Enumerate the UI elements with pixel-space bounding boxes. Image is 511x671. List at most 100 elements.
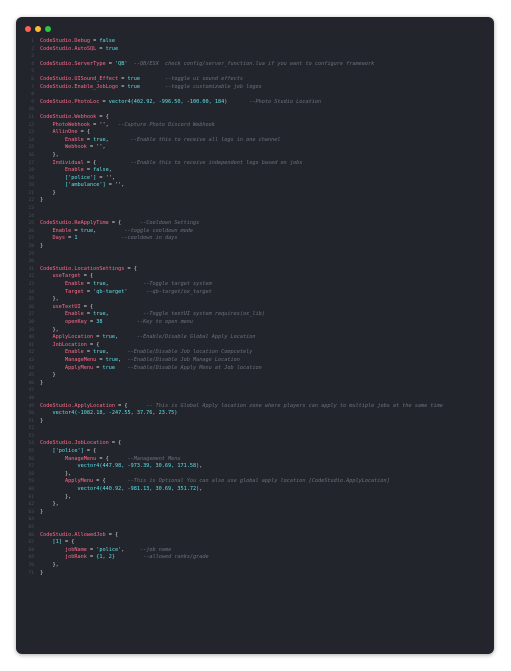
- line-text: openKey = 38 --Key to open menu: [40, 319, 193, 327]
- code-token: true: [93, 281, 106, 287]
- code-token: CodeStudio.ApplyLocation: [40, 402, 115, 409]
- code-token: --Cooldown Settings: [121, 220, 200, 227]
- code-token: },: [40, 561, 59, 568]
- code-line: 7 CodeStudio.Enable_JobLogo = true --togg…: [16, 84, 494, 92]
- code-line: 59 ApplyMenu = { --This is Optional You …: [16, 478, 494, 486]
- code-token: vector4(447.98, -973.39, 30.69, 171.58): [40, 463, 200, 470]
- code-token: CodeStudio.ReApplyTime: [40, 220, 109, 227]
- line-number: 60: [28, 487, 34, 493]
- code-token: true: [127, 75, 140, 82]
- line-text: ['police'] = '',: [40, 175, 115, 183]
- code-line: 26 Enable = true, --toggle cooldown mode: [16, 228, 494, 236]
- minimize-window-icon[interactable]: [35, 26, 41, 32]
- code-editor[interactable]: 1 CodeStudio.Debug = false 2 CodeStudio.Aut…: [16, 38, 494, 654]
- code-line: 16 },: [16, 152, 494, 160]
- line-text: },: [40, 296, 58, 304]
- code-token: Enable: [40, 227, 72, 234]
- code-line: 10: [16, 106, 494, 114]
- line-number: 23: [28, 206, 34, 212]
- code-line: 54 CodeStudio.JobLocation = {: [16, 440, 494, 448]
- line-number: 40: [28, 335, 34, 341]
- code-token: CodeStudio.ServerType: [40, 60, 106, 67]
- code-token: }: [40, 569, 44, 576]
- code-line: 19 ['police'] = '',: [16, 175, 494, 183]
- code-token: }: [40, 379, 44, 386]
- code-token: },: [40, 326, 59, 333]
- line-number: 4: [31, 61, 34, 67]
- code-line: 6 CodeStudio.UISound_Effect = true --togg…: [16, 76, 494, 84]
- line-number: 41: [28, 342, 34, 348]
- code-token: },: [40, 493, 72, 500]
- window-titlebar: [16, 17, 494, 37]
- line-text: }: [40, 372, 55, 380]
- code-line: 67 [1] = {: [16, 539, 494, 547]
- code-line: 11 CodeStudio.Webhook = {: [16, 114, 494, 122]
- line-text: useTarget = {: [40, 273, 93, 281]
- code-line: 55 ['police'] = {: [16, 448, 494, 456]
- code-token: true: [127, 83, 140, 90]
- code-line: 52: [16, 425, 494, 433]
- line-text: CodeStudio.Debug = false: [40, 38, 115, 46]
- code-token: =: [83, 349, 94, 356]
- code-token: ApplyMenu: [40, 364, 94, 371]
- code-token: }: [40, 197, 44, 204]
- line-text: Webhook = '',: [40, 144, 106, 152]
- code-line: 25 CodeStudio.ReApplyTime = { --Cooldown …: [16, 220, 494, 228]
- code-token: =: [105, 60, 115, 67]
- line-text: [1] = {: [40, 539, 74, 547]
- line-number: 61: [28, 494, 34, 500]
- code-line: 69 jobRank = {1, 2} --allowed ranks/grad…: [16, 554, 494, 562]
- code-token: =: [89, 38, 100, 44]
- code-token: useTextUI: [40, 303, 81, 310]
- code-token: openKey: [40, 318, 87, 325]
- code-line: 34 Target = 'qb-target' --qb-target/ox_t…: [16, 289, 494, 297]
- code-token: = {: [108, 220, 122, 227]
- code-line: 66 CodeStudio.AllowedJob = {: [16, 532, 494, 540]
- code-token: = {: [93, 478, 106, 485]
- code-token: --toggle cooldown mode: [96, 227, 194, 234]
- code-line: 1 CodeStudio.Debug = false: [16, 38, 494, 46]
- line-number: 51: [28, 418, 34, 424]
- code-token: =: [65, 235, 75, 242]
- line-number: 13: [28, 130, 34, 136]
- maximize-window-icon[interactable]: [45, 26, 51, 32]
- close-window-icon[interactable]: [25, 26, 31, 32]
- line-number: 32: [28, 274, 34, 280]
- line-number: 69: [28, 555, 34, 561]
- line-number: 42: [28, 350, 34, 356]
- code-token: --Key to open menu: [102, 318, 194, 325]
- line-text: CodeStudio.ApplyLocation = { -- This is …: [40, 403, 443, 411]
- code-line: 8: [16, 91, 494, 99]
- code-token: = '',: [96, 174, 115, 181]
- line-number: 24: [28, 213, 34, 219]
- code-token: = {: [61, 539, 75, 546]
- code-token: vector4(440.92, -981.13, 30.69, 351.72): [40, 486, 200, 493]
- line-text: CodeStudio.AutoSQL = true: [40, 46, 118, 54]
- line-number: 18: [28, 168, 34, 174]
- code-token: Enable: [40, 349, 84, 356]
- code-token: 'QB': [114, 60, 128, 67]
- code-line: 2 CodeStudio.AutoSQL = true: [16, 46, 494, 54]
- code-line: 23: [16, 205, 494, 213]
- code-line: 13 AllinOne = {: [16, 129, 494, 137]
- code-line: 3: [16, 53, 494, 61]
- code-token: }: [40, 508, 44, 515]
- code-token: = '',: [86, 144, 106, 151]
- code-token: }: [40, 243, 44, 250]
- line-text: vector4(440.92, -981.13, 30.69, 351.72),: [40, 486, 202, 494]
- code-token: }: [40, 189, 56, 196]
- code-line: 43 ManageMenu = true, --Enable/Disable J…: [16, 357, 494, 365]
- code-line: 70 },: [16, 562, 494, 570]
- code-token: --toggle ui sound effects: [139, 75, 244, 82]
- code-token: },: [40, 151, 59, 158]
- code-line: 27 Days = 1 --cooldown in days: [16, 235, 494, 243]
- line-number: 12: [28, 122, 34, 128]
- line-number: 55: [28, 449, 34, 455]
- code-token: --Toggle target system: [108, 281, 212, 287]
- line-number: 14: [28, 137, 34, 143]
- code-line: 22}: [16, 197, 494, 205]
- line-number: 67: [28, 540, 34, 546]
- line-number: 47: [28, 388, 34, 394]
- line-text: },: [40, 494, 71, 502]
- line-number: 59: [28, 479, 34, 485]
